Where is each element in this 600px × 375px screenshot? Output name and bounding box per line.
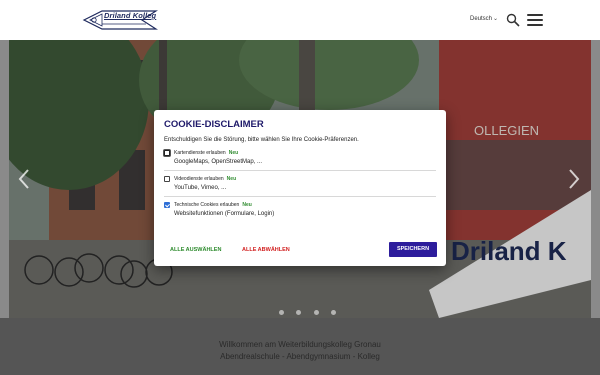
technical-cookies-checkbox[interactable] [164, 202, 170, 208]
deselect-all-button[interactable]: ALLE ABWÄHLEN [242, 247, 290, 253]
welcome-line-1: Willkommen am Weiterbildungskolleg Grona… [219, 340, 381, 349]
new-badge: Neu [242, 202, 252, 208]
new-badge: Neu [228, 150, 239, 156]
select-all-button[interactable]: ALLE AUSWÄHLEN [170, 247, 221, 253]
maps-consent-checkbox[interactable] [164, 150, 170, 156]
video-consent-checkbox[interactable] [164, 176, 170, 182]
cookie-dialog: COOKIE-DISCLAIMER Entschuldigen Sie die … [154, 110, 446, 266]
new-badge: Neu [226, 176, 237, 182]
language-select[interactable]: Deutsch [470, 16, 492, 22]
option-label: Technische Cookies erlauben Neu [174, 202, 252, 208]
cookie-dialog-intro: Entschuldigen Sie die Störung, bitte wäh… [164, 137, 359, 143]
search-icon[interactable] [506, 13, 520, 27]
option-label: Videodienste erlauben Neu [174, 176, 236, 182]
cookie-dialog-title: COOKIE-DISCLAIMER [164, 119, 264, 130]
video-consent-description: YouTube, Vimeo, ... [174, 185, 227, 191]
logo-text[interactable]: Driland Kolleg [104, 11, 156, 20]
chevron-left-icon[interactable] [16, 168, 32, 190]
menu-icon[interactable] [527, 14, 543, 26]
chevron-down-icon[interactable]: ⌄ [493, 15, 498, 22]
chevron-right-icon[interactable] [566, 168, 582, 190]
divider [164, 170, 436, 171]
maps-consent-label: Kartendienste erlauben [174, 150, 226, 156]
site-header: Driland Kolleg Deutsch ⌄ [0, 0, 600, 40]
option-label: Kartendienste erlauben Neu [174, 150, 238, 156]
slider-dot[interactable] [296, 310, 302, 315]
technical-cookies-description: Websitefunktionen (Formulare, Login) [174, 211, 275, 217]
welcome-line-2: Abendrealschule - Abendgymnasium - Kolle… [220, 352, 380, 361]
save-button[interactable]: SPEICHERN [389, 242, 437, 257]
slider-dot[interactable] [313, 310, 319, 315]
slider-dots [279, 302, 344, 318]
technical-cookies-label: Technische Cookies erlauben [174, 202, 240, 208]
video-consent-label: Videodienste erlauben [174, 176, 224, 182]
slider-dot[interactable] [279, 310, 284, 315]
maps-consent-description: GoogleMaps, OpenStreetMap, ... [174, 159, 263, 165]
divider [164, 196, 436, 197]
slider-dot[interactable] [331, 310, 337, 315]
